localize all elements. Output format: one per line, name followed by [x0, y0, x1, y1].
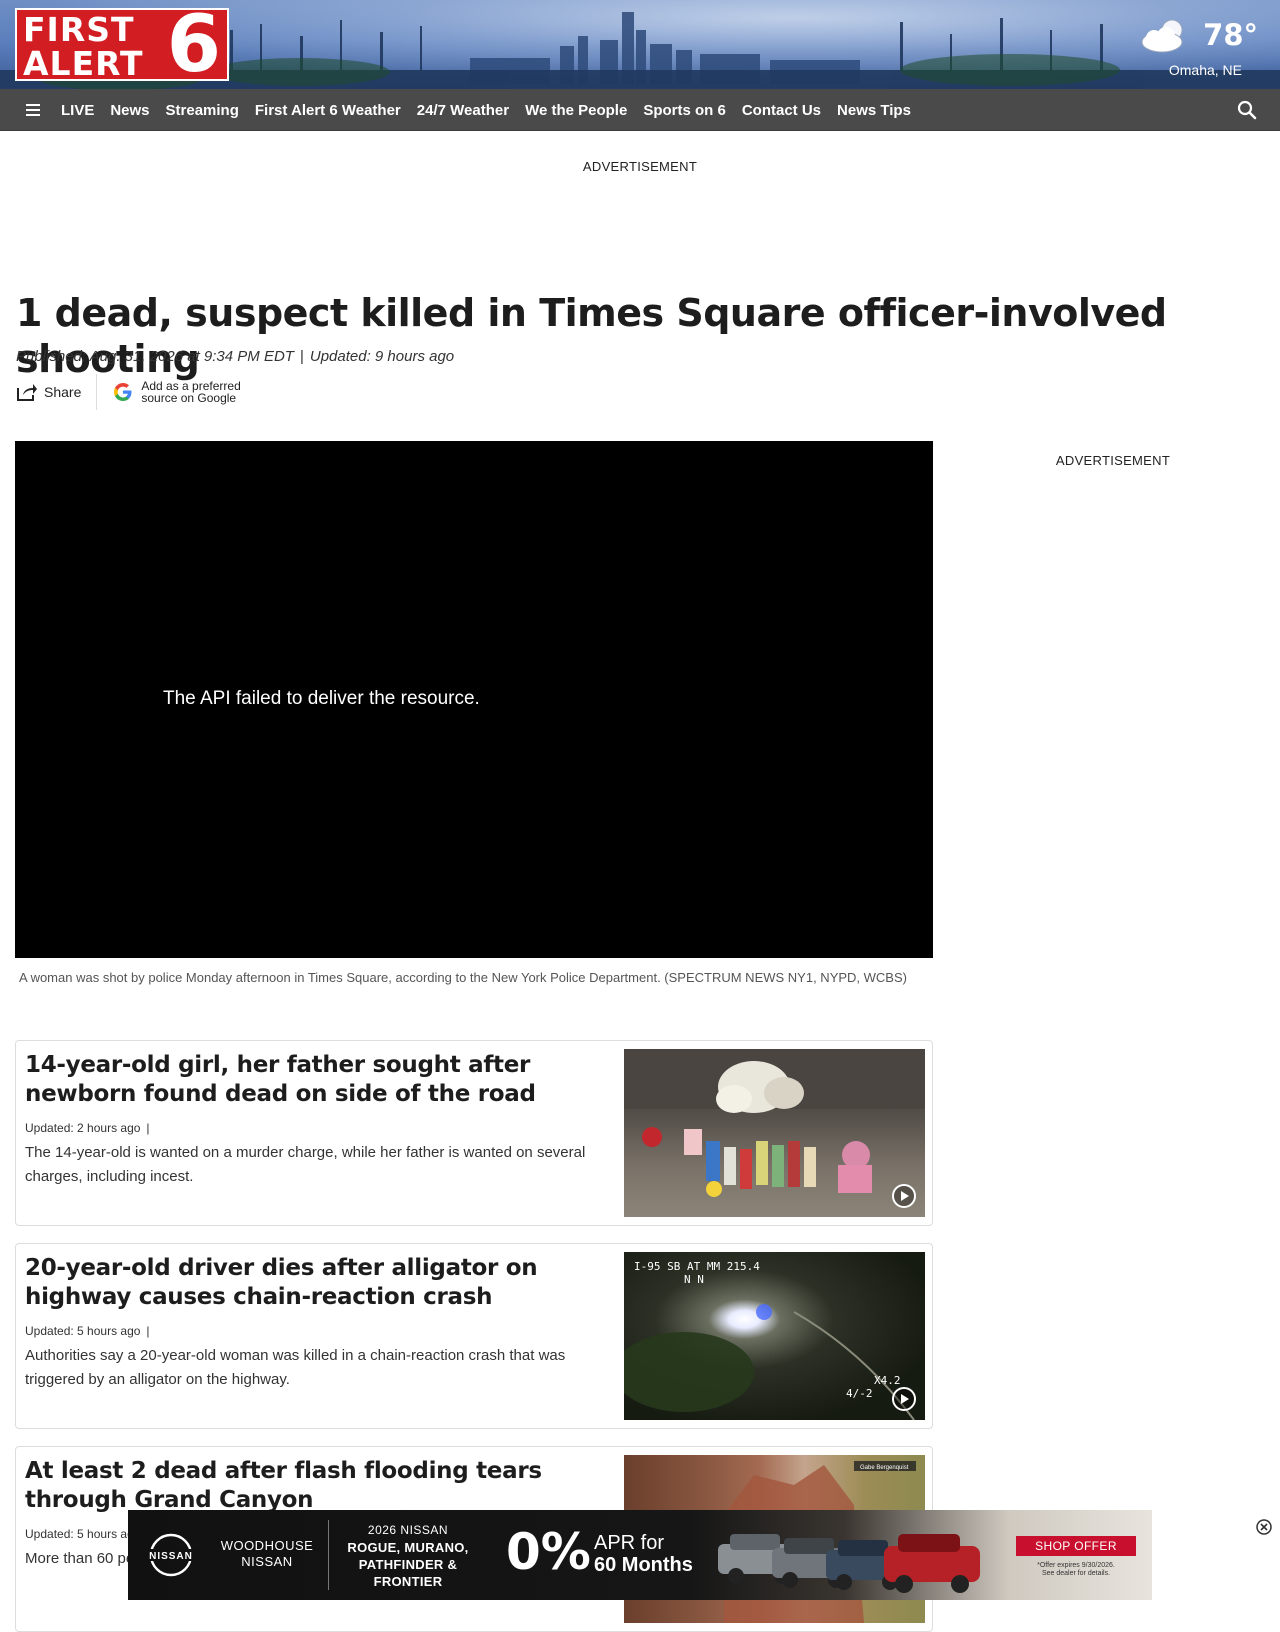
camera-overlay-top: I-95 SB AT MM 215.4 [634, 1260, 760, 1273]
nav-items: LIVE News Streaming First Alert 6 Weathe… [61, 89, 927, 131]
nav-item-news[interactable]: News [110, 102, 149, 119]
nissan-logo-text: NISSAN [149, 1551, 193, 1562]
current-temperature: 78° [1203, 18, 1258, 52]
logo-word-alert: ALERT [23, 44, 144, 83]
first-alert-6-logo[interactable]: FIRST ALERT 6 [15, 4, 229, 86]
nav-item-news-tips[interactable]: News Tips [837, 102, 911, 119]
advertisement-label: ADVERTISEMENT [582, 159, 698, 174]
sticky-banner-ad[interactable]: NISSAN WOODHOUSE NISSAN 2026 NISSAN ROGU… [128, 1510, 1152, 1600]
site-header: FIRST ALERT 6 78° Omaha, NE [0, 0, 1280, 89]
camera-overlay-sub: N N [684, 1273, 704, 1286]
offer-year: 2026 NISSAN [367, 1523, 449, 1537]
sidebar-advertisement-slot: ADVERTISEMENT [963, 452, 1263, 470]
offer-models-line2: PATHFINDER & [358, 1557, 458, 1572]
related-story-card[interactable]: 20-year-old driver dies after alligator … [15, 1243, 933, 1429]
share-label: Share [44, 384, 82, 400]
video-player[interactable]: The API failed to deliver the resource. [15, 441, 933, 958]
article-headline: 1 dead, suspect killed in Times Square o… [16, 291, 1167, 381]
hamburger-menu-icon[interactable] [24, 100, 44, 120]
published-date: Published: Aug. 31, 2026 at 9:34 PM EDT [16, 348, 294, 365]
article-timestamps: Published: Aug. 31, 2026 at 9:34 PM EDT |… [16, 348, 454, 365]
shop-offer-button[interactable]: SHOP OFFER [1016, 1536, 1136, 1556]
nav-item-sports-on-6[interactable]: Sports on 6 [643, 102, 726, 119]
nav-item-we-the-people[interactable]: We the People [525, 102, 627, 119]
share-button[interactable]: Share [16, 374, 98, 410]
nissan-vehicles-image [718, 1534, 980, 1593]
partly-cloudy-icon [1141, 19, 1183, 53]
weather-location: Omaha, NE [1168, 62, 1242, 78]
nav-item-live[interactable]: LIVE [61, 102, 94, 119]
timestamp-separator: | [299, 348, 304, 365]
video-error-message: The API failed to deliver the resource. [163, 688, 480, 709]
related-story-title[interactable]: At least 2 dead after flash flooding tea… [25, 1457, 595, 1515]
play-video-icon [892, 1184, 916, 1208]
google-g-icon [114, 383, 132, 401]
close-ad-icon[interactable] [1255, 1518, 1273, 1536]
play-video-icon [892, 1387, 916, 1411]
fine-print-line1: *Offer expires 9/30/2026. [1037, 1562, 1115, 1569]
related-story-card[interactable]: 14-year-old girl, her father sought afte… [15, 1040, 933, 1226]
camera-overlay-bottom2: 4/-2 [846, 1387, 873, 1400]
add-preferred-source-google[interactable]: Add as a preferred source on Google [97, 380, 241, 404]
nav-item-first-alert-weather[interactable]: First Alert 6 Weather [255, 102, 401, 119]
related-story-title[interactable]: 20-year-old driver dies after alligator … [25, 1254, 595, 1312]
related-story-thumbnail[interactable]: I-95 SB AT MM 215.4 N N X4.2 4/-2 [624, 1252, 925, 1420]
google-source-text: Add as a preferred source on Google [141, 380, 240, 404]
offer-models-line1: ROGUE, MURANO, [347, 1540, 469, 1555]
related-story-title[interactable]: 14-year-old girl, her father sought afte… [25, 1051, 595, 1109]
top-advertisement-slot: ADVERTISEMENT [0, 158, 1280, 176]
offer-models-line3: FRONTIER [373, 1574, 443, 1589]
apr-line2: 60 Months [594, 1554, 693, 1576]
photo-credit: Gabe Bergenquist [860, 1465, 909, 1471]
google-source-line2: source on Google [141, 391, 237, 405]
article-tools: Share Add as a preferred source on Googl… [16, 374, 241, 410]
dealer-line1: WOODHOUSE [220, 1538, 314, 1553]
updated-time: Updated: 2 hours ago [25, 1121, 141, 1135]
apr-line1: APR for [594, 1532, 665, 1554]
updated-time: Updated: 5 hours ago [25, 1324, 141, 1338]
memorial-photo [624, 1049, 925, 1197]
updated-separator: | [146, 1324, 150, 1338]
related-story-description: The 14-year-old is wanted on a murder ch… [25, 1144, 586, 1185]
updated-date: Updated: 9 hours ago [309, 348, 455, 365]
related-story-thumbnail[interactable] [624, 1049, 925, 1217]
main-navigation: LIVE News Streaming First Alert 6 Weathe… [0, 89, 1280, 131]
weather-widget[interactable]: 78° Omaha, NE [1138, 14, 1258, 84]
advertisement-label: ADVERTISEMENT [1055, 453, 1171, 468]
dealer-line2: NISSAN [241, 1554, 293, 1569]
traffic-camera-photo: I-95 SB AT MM 215.4 N N X4.2 4/-2 [624, 1260, 915, 1420]
nav-item-24-7-weather[interactable]: 24/7 Weather [417, 102, 509, 119]
nav-item-streaming[interactable]: Streaming [166, 102, 239, 119]
search-icon[interactable] [1236, 99, 1258, 121]
banner-divider [328, 1520, 329, 1590]
logo-word-first: FIRST [23, 10, 135, 49]
share-icon [17, 384, 37, 401]
updated-time: Updated: 5 hours ago [25, 1527, 141, 1541]
video-caption: A woman was shot by police Monday aftern… [19, 970, 907, 985]
offer-fine-print: *Offer expires 9/30/2026. See dealer for… [1016, 1562, 1136, 1578]
related-story-updated: Updated: 2 hours ago | [25, 1121, 150, 1135]
dealer-name: WOODHOUSE NISSAN [212, 1538, 322, 1570]
related-story-description: Authorities say a 20-year-old woman was … [25, 1347, 566, 1388]
apr-terms: APR for 60 Months [594, 1532, 693, 1576]
related-story-updated: Updated: 5 hours ago | [25, 1324, 150, 1338]
nav-item-contact-us[interactable]: Contact Us [742, 102, 821, 119]
nissan-logo-icon: NISSAN [142, 1533, 200, 1577]
fine-print-line2: See dealer for details. [1041, 1570, 1111, 1577]
updated-separator: | [146, 1121, 150, 1135]
logo-number-6: 6 [166, 0, 221, 89]
offer-models: 2026 NISSAN ROGUE, MURANO, PATHFINDER & … [338, 1522, 478, 1590]
apr-rate: 0% [506, 1523, 591, 1581]
